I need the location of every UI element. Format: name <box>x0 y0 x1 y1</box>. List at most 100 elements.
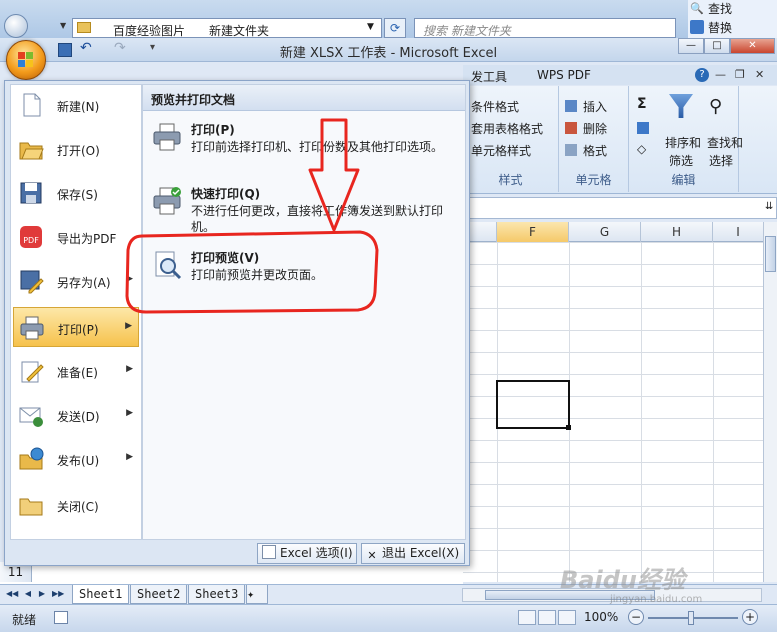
clear-icon[interactable]: ◇ <box>637 142 646 156</box>
ribbon-close-icon[interactable]: ✕ <box>755 68 764 81</box>
search-input[interactable]: 搜索 新建文件夹 <box>414 18 676 38</box>
cell-styles-button[interactable]: 单元格样式 <box>471 142 531 159</box>
first-sheet-icon[interactable]: ◀◀ <box>6 587 18 601</box>
menu-item-new[interactable]: 新建(N) <box>13 85 139 125</box>
menu-item-close[interactable]: 关闭(C) <box>13 485 139 525</box>
sheet-tab[interactable]: Sheet1 <box>72 585 130 604</box>
sort-filter-icon <box>669 94 693 118</box>
option-description: 不进行任何更改，直接将工作簿发送到默认打印机。 <box>191 204 444 234</box>
fill-icon[interactable] <box>637 122 649 134</box>
tab-developer[interactable]: 发工具 <box>471 68 507 85</box>
chevron-down-icon[interactable]: ▼ <box>367 22 374 32</box>
group-caption: 样式 <box>498 173 523 187</box>
zoom-in-button[interactable]: + <box>742 609 758 625</box>
redo-icon[interactable]: ↷ <box>114 40 126 56</box>
active-cell[interactable] <box>496 380 570 429</box>
formula-bar[interactable]: ⇊ <box>463 197 777 219</box>
column-headers: F G H I <box>463 222 763 242</box>
column-header-f[interactable]: F <box>497 222 569 242</box>
menu-item-publish[interactable]: 发布(U) ▶ <box>13 439 139 479</box>
column-header-i[interactable]: I <box>713 222 763 242</box>
office-button[interactable] <box>6 40 46 80</box>
address-bar[interactable]: 百度经验图片 新建文件夹 ▼ <box>72 18 382 38</box>
quick-print-icon <box>153 187 181 215</box>
zoom-slider-thumb[interactable] <box>688 611 694 625</box>
minimize-button[interactable]: — <box>678 38 704 54</box>
replace-button[interactable]: 替换 <box>708 19 732 36</box>
close-button[interactable]: ✕ <box>730 38 775 54</box>
sheet-tab[interactable]: Sheet3 <box>188 585 246 604</box>
menu-item-open[interactable]: 打开(O) <box>13 129 139 169</box>
maximize-button[interactable]: □ <box>704 38 730 54</box>
page-layout-view-icon[interactable] <box>538 610 556 625</box>
delete-button[interactable]: 删除 <box>583 120 607 137</box>
vertical-scrollbar[interactable] <box>763 222 777 582</box>
insert-button[interactable]: 插入 <box>583 98 607 115</box>
submenu-arrow-icon: ▶ <box>125 321 132 331</box>
last-sheet-icon[interactable]: ▶▶ <box>52 587 64 601</box>
sort-filter-button[interactable]: 排序和 <box>665 134 701 151</box>
page-break-view-icon[interactable] <box>558 610 576 625</box>
help-icon[interactable]: ? <box>695 68 709 82</box>
explorer-toolbar: ▼ 百度经验图片 新建文件夹 ▼ ⟳ 搜索 新建文件夹 🔍 查找 替换 <box>0 0 777 38</box>
search-placeholder: 搜索 新建文件夹 <box>423 24 511 38</box>
find-panel: 🔍 查找 替换 <box>688 0 777 38</box>
submenu-header: 预览并打印文档 <box>143 85 465 111</box>
print-option[interactable]: 打印(P) 打印前选择打印机、打印份数及其他打印选项。 <box>147 117 463 177</box>
exit-excel-button[interactable]: ✕ 退出 Excel(X) <box>361 543 465 564</box>
send-icon <box>19 407 43 427</box>
normal-view-icon[interactable] <box>518 610 536 625</box>
conditional-format-button[interactable]: 条件格式 <box>471 98 519 115</box>
folder-icon <box>77 22 91 33</box>
menu-item-send[interactable]: 发送(D) ▶ <box>13 395 139 435</box>
column-header-h[interactable]: H <box>641 222 713 242</box>
find-select-label[interactable]: 选择 <box>709 152 733 169</box>
macro-record-icon[interactable] <box>54 611 68 624</box>
refresh-button[interactable]: ⟳ <box>384 18 406 38</box>
status-bar: 就绪 100% − + <box>0 604 777 632</box>
menu-item-save-as[interactable]: 另存为(A) ▶ <box>13 261 139 301</box>
customize-qat-icon[interactable]: ▾ <box>150 42 155 53</box>
menu-item-save[interactable]: 保存(S) <box>13 173 139 213</box>
scroll-thumb[interactable] <box>765 236 776 272</box>
printer-icon <box>20 316 44 340</box>
binoculars-icon: ⚲ <box>709 96 723 117</box>
find-select-button[interactable]: 查找和 <box>707 134 743 151</box>
sheet-tab[interactable]: Sheet2 <box>130 585 188 604</box>
menu-item-export-pdf[interactable]: PDF 导出为PDF <box>13 217 139 257</box>
group-caption: 编辑 <box>671 173 696 187</box>
breadcrumb-item[interactable]: 新建文件夹 <box>209 22 269 39</box>
tab-wps-pdf[interactable]: WPS PDF <box>537 68 591 82</box>
watermark-url: jingyan.baidu.com <box>610 594 703 605</box>
zoom-level[interactable]: 100% <box>584 610 618 624</box>
autosum-icon[interactable]: Σ <box>637 96 647 112</box>
next-sheet-icon[interactable]: ▶ <box>36 587 48 601</box>
undo-icon[interactable]: ↶ <box>80 40 92 56</box>
print-preview-option[interactable]: 打印预览(V) 打印前预览并更改页面。 <box>147 245 463 305</box>
prev-sheet-icon[interactable]: ◀ <box>22 587 34 601</box>
insert-sheet-icon[interactable]: ✦ <box>246 585 268 604</box>
fill-handle[interactable] <box>566 425 571 430</box>
pdf-icon: PDF <box>20 226 42 248</box>
menu-item-print[interactable]: 打印(P) ▶ <box>13 307 139 347</box>
back-button[interactable] <box>4 14 28 38</box>
format-button[interactable]: 格式 <box>583 142 607 159</box>
ribbon-minimize-icon[interactable]: — <box>715 68 726 81</box>
zoom-out-button[interactable]: − <box>628 609 644 625</box>
quick-print-option[interactable]: 快速打印(Q) 不进行任何更改，直接将工作簿发送到默认打印机。 <box>147 181 463 241</box>
excel-options-button[interactable]: Excel 选项(I) <box>257 543 357 564</box>
history-dropdown-icon[interactable]: ▼ <box>60 21 70 33</box>
menu-item-prepare[interactable]: 准备(E) ▶ <box>13 351 139 391</box>
print-submenu: 预览并打印文档 打印(P) 打印前选择打印机、打印份数及其他打印选项。 快速打印… <box>142 84 466 540</box>
sort-filter-label[interactable]: 筛选 <box>669 152 693 169</box>
ribbon-restore-icon[interactable]: ❐ <box>735 68 745 81</box>
breadcrumb-item[interactable]: 百度经验图片 <box>113 22 185 39</box>
format-cells-icon <box>565 144 577 156</box>
column-header-g[interactable]: G <box>569 222 641 242</box>
publish-icon <box>19 447 44 470</box>
format-as-table-button[interactable]: 套用表格格式 <box>471 120 543 137</box>
styles-group: 条件格式 套用表格格式 单元格样式 样式 <box>463 86 559 192</box>
expand-formula-icon[interactable]: ⇊ <box>765 201 773 212</box>
save-icon[interactable] <box>58 43 72 57</box>
find-button[interactable]: 查找 <box>708 0 732 17</box>
